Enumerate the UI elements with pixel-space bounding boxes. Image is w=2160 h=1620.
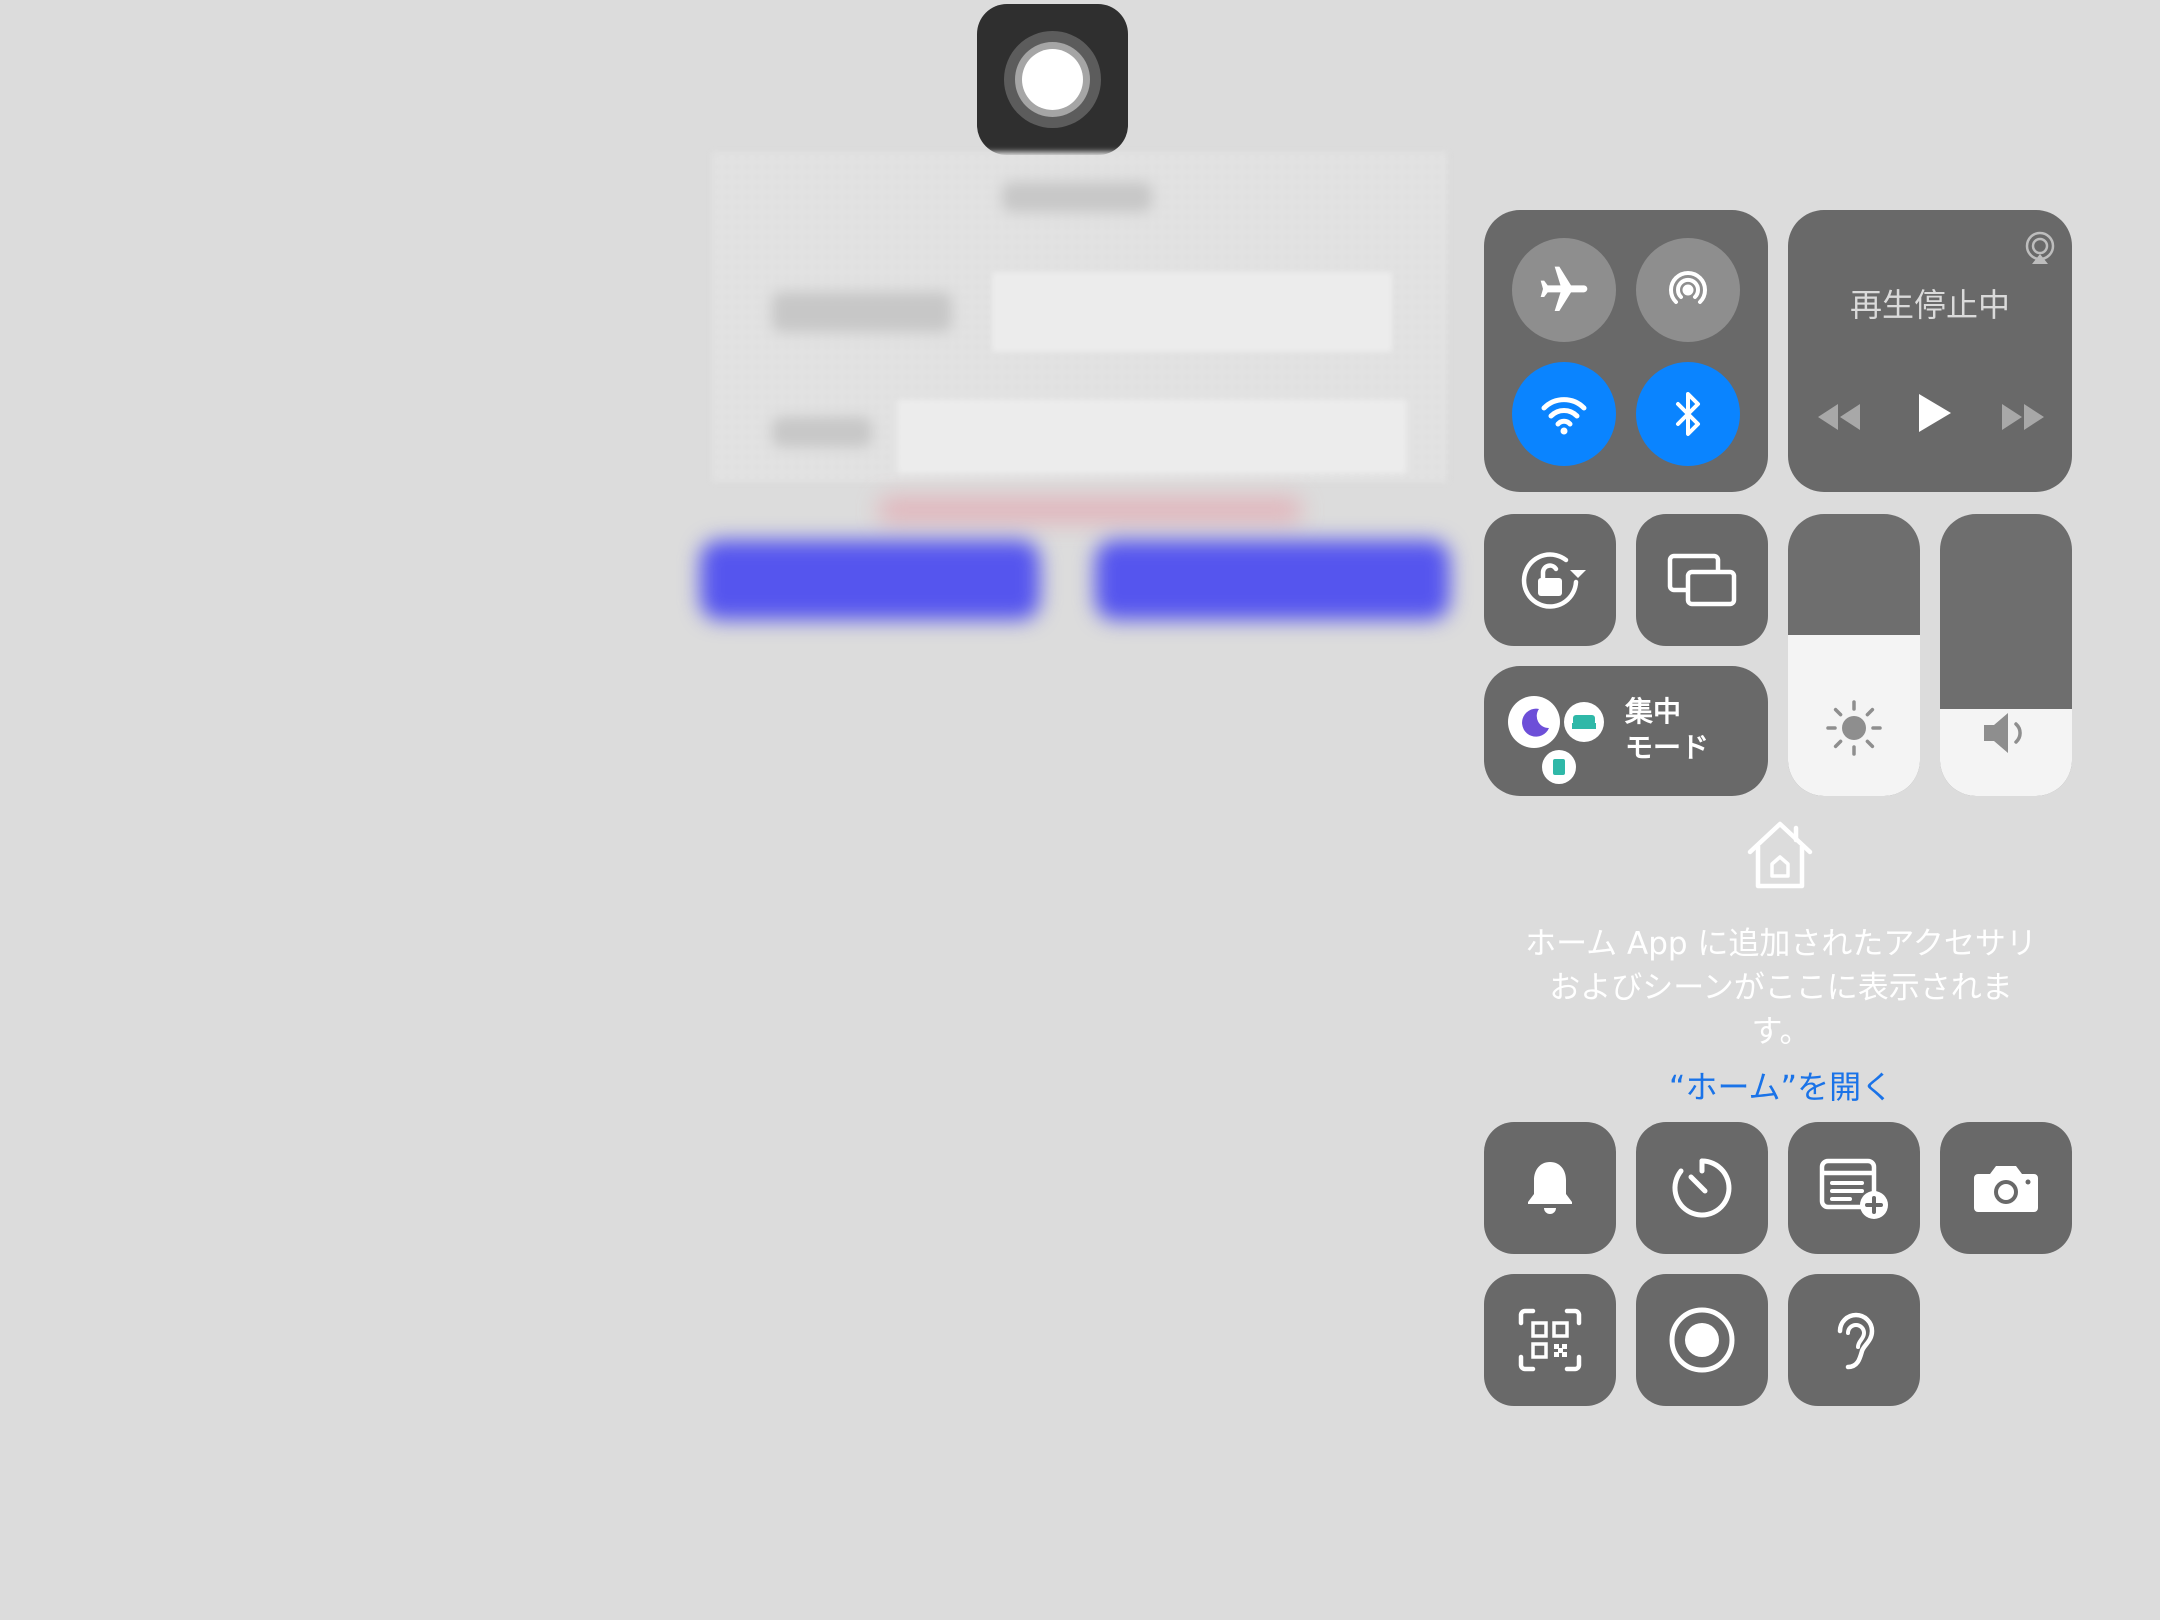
screen-mirroring-icon [1667, 553, 1737, 607]
screen-recording-button[interactable] [1636, 1274, 1768, 1406]
airplay-icon[interactable] [2022, 230, 2058, 266]
blurred-label [772, 417, 872, 447]
rotation-lock-icon [1521, 552, 1586, 609]
airplane-icon [1540, 266, 1588, 311]
bed-focus-badge [1564, 702, 1604, 742]
silent-mode-button[interactable] [1484, 1122, 1616, 1254]
play-icon[interactable] [1907, 388, 1957, 438]
camera-icon [1974, 1166, 2038, 1212]
home-message-line: およびシーンがここに表示されま [1549, 970, 2013, 1006]
quick-note-icon [1819, 1158, 1888, 1219]
code-scanner-button[interactable] [1484, 1274, 1616, 1406]
airdrop-button[interactable] [1636, 238, 1740, 342]
open-home-link[interactable]: “ホーム”を開く [1496, 1062, 2066, 1108]
bell-icon [1528, 1162, 1572, 1214]
speaker-icon [1984, 713, 2022, 753]
blurred-label [772, 292, 952, 332]
now-playing-module: 再生停止中 [1788, 210, 2072, 492]
fast-forward-icon[interactable] [1998, 392, 2048, 442]
rewind-icon[interactable] [1814, 392, 1864, 442]
volume-slider[interactable] [1940, 514, 2072, 796]
airdrop-icon [1669, 270, 1707, 304]
quick-note-button[interactable] [1788, 1122, 1920, 1254]
camera-button[interactable] [1940, 1122, 2072, 1254]
bed-icon [1572, 715, 1596, 729]
home-message-line: ホーム App に追加されたアクセサリ [1525, 926, 2037, 962]
blurred-highlight [880, 498, 1300, 522]
blurred-field [897, 399, 1407, 474]
wifi-button[interactable] [1512, 362, 1616, 466]
sleep-focus-badge [1508, 696, 1560, 748]
bluetooth-icon [1676, 392, 1700, 436]
brightness-slider[interactable] [1788, 514, 1920, 796]
ear-icon [1837, 1312, 1875, 1370]
wifi-icon [1541, 397, 1587, 435]
home-message-line: す。 [1751, 1014, 1811, 1050]
connectivity-module [1484, 210, 1768, 492]
airplane-mode-button[interactable] [1512, 238, 1616, 342]
person-icon [1553, 759, 1565, 775]
focus-label: 集中 モード [1625, 694, 1709, 766]
timer-button[interactable] [1636, 1122, 1768, 1254]
blurred-title [1002, 182, 1152, 212]
sun-icon [1826, 700, 1882, 756]
moon-icon [1522, 708, 1549, 737]
blurred-field [992, 272, 1392, 352]
rotation-lock-button[interactable] [1484, 514, 1616, 646]
assistive-touch-center-dot [1022, 49, 1083, 110]
blurred-button [1095, 540, 1450, 620]
timer-icon [1672, 1158, 1732, 1218]
assistive-touch-button[interactable] [977, 4, 1128, 155]
focus-label-line1: 集中 [1625, 695, 1682, 728]
hearing-button[interactable] [1788, 1274, 1920, 1406]
home-icon[interactable] [1740, 816, 1820, 892]
qr-code-icon [1518, 1308, 1582, 1372]
work-focus-badge [1542, 750, 1576, 784]
blurred-button [700, 540, 1040, 620]
blurred-background-app [712, 152, 1448, 482]
bluetooth-button[interactable] [1636, 362, 1740, 466]
home-message: ホーム App に追加されたアクセサリ およびシーンがここに表示されま す。 [1496, 922, 2066, 1054]
focus-label-line2: モード [1625, 731, 1710, 764]
blurred-background-buttons [700, 540, 1455, 620]
screen-record-icon [1669, 1307, 1735, 1373]
focus-mode-button[interactable]: 集中 モード [1484, 666, 1768, 796]
media-status-text: 再生停止中 [1849, 286, 2010, 324]
screen-mirroring-button[interactable] [1636, 514, 1768, 646]
